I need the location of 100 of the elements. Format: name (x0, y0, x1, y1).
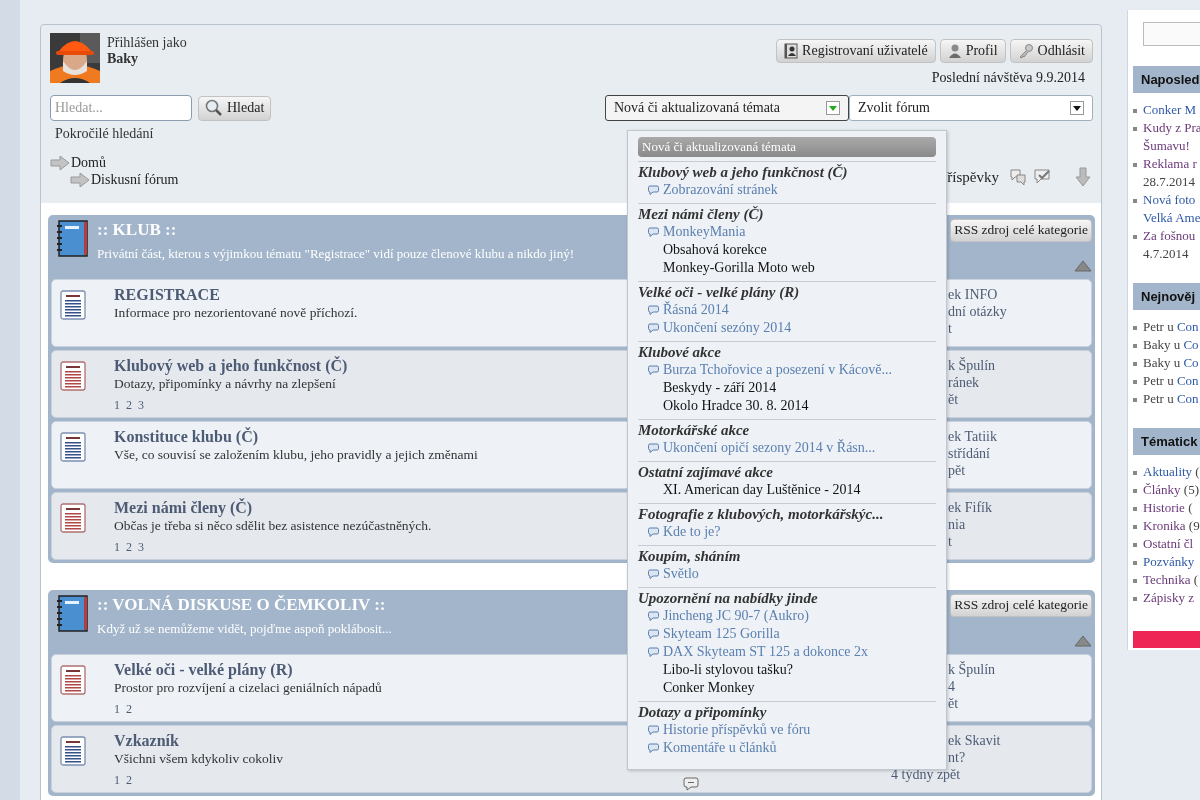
forum-select[interactable]: Zvolit fórum (849, 95, 1093, 121)
article-link[interactable]: Reklama r (1143, 155, 1197, 173)
forum-group-title[interactable]: Dotazy a připomínky (638, 704, 936, 721)
forum-title[interactable]: Mezi námi členy (Č) (114, 499, 611, 517)
topic-link[interactable]: Ukončení opičí sezony 2014 v Řásn... (638, 439, 936, 457)
article-link[interactable]: Conker M (1143, 101, 1197, 119)
topic-link[interactable]: Beskydy - září 2014 (638, 379, 936, 397)
page-link[interactable]: 2 (126, 773, 132, 788)
topic-link[interactable]: Historie příspěvků ve fóru (638, 721, 936, 739)
page-link[interactable]: 1 (114, 398, 120, 413)
topic-link[interactable]: Kronika (1143, 518, 1186, 533)
page-link[interactable]: 2 (126, 398, 132, 413)
speech-bubble-icon (648, 443, 659, 453)
topic-link[interactable]: Zápisky z (1143, 590, 1194, 605)
collapse-icon[interactable] (1074, 260, 1092, 272)
last-post-text: pět (947, 462, 967, 479)
page-link[interactable]: 3 (138, 540, 144, 555)
topic-select[interactable]: Nová či aktualizovaná témata (605, 95, 849, 121)
forum-title[interactable]: REGISTRACE (114, 286, 611, 304)
notebook-icon (55, 220, 89, 258)
breadcrumb-link[interactable]: Diskusní fórum (91, 171, 179, 188)
topic-link[interactable]: Monkey-Gorilla Moto web (638, 259, 936, 277)
comment-link[interactable]: Con (1176, 319, 1199, 334)
header-button[interactable]: Odhlásit (1009, 39, 1093, 63)
topic-link[interactable]: Okolo Hradce 30. 8. 2014 (638, 397, 936, 415)
comment-author: Petr u (1143, 391, 1174, 406)
page-link[interactable]: 2 (126, 702, 132, 717)
page-link[interactable]: 2 (126, 540, 132, 555)
last-post-text: ek INFO (947, 286, 999, 303)
posts-link[interactable]: říspěvky (947, 168, 999, 186)
topic-link[interactable]: Světlo (638, 565, 936, 583)
forum-title[interactable]: Konstituce klubu (Č) (114, 428, 611, 446)
article-link[interactable]: Šumavu! (1143, 137, 1200, 155)
section-title: Tématick (1133, 428, 1200, 455)
topic-link[interactable]: Řásná 2014 (638, 301, 936, 319)
last-post-text: ek Tatiik (947, 428, 998, 445)
header-button[interactable]: Profil (939, 39, 1006, 63)
topic-link[interactable]: Conker Monkey (638, 679, 936, 697)
speech-bubble-check-icon (1033, 168, 1053, 186)
topic-link[interactable]: XI. American day Luštěnice - 2014 (638, 481, 936, 499)
search-field[interactable]: Hledat... (50, 95, 192, 121)
article-link[interactable]: Nová foto (1143, 191, 1200, 209)
comment-link[interactable]: Con (1176, 373, 1199, 388)
topic-link[interactable]: Pozvánky (1143, 554, 1195, 569)
comment-link[interactable]: Co (1183, 355, 1199, 370)
search-button[interactable]: Hledat (198, 95, 272, 121)
comment-link[interactable]: Con (1176, 391, 1199, 406)
topic-link[interactable]: Burza Tchořovice a posezení v Kácově... (638, 361, 936, 379)
forum-group-title[interactable]: Klubové akce (638, 344, 936, 361)
category-description: Privátní část, kterou s výjimkou tématu "Registrace" vidí pouze členové klubu a nikdo jiný! (97, 246, 575, 262)
rss-button[interactable]: RSS zdroj celé kategorie (950, 219, 1092, 242)
forum-title[interactable]: Klubový web a jeho funkčnost (Č) (114, 357, 611, 375)
page-link[interactable]: 1 (114, 773, 120, 788)
forum-group-title[interactable]: Upozornění na nabídky jinde (638, 590, 936, 607)
forum-description: Informace pro nezorientované nově příchozí. (114, 305, 359, 321)
topic-link[interactable]: Kde to je? (638, 523, 936, 541)
topic-link[interactable]: Technika (1143, 572, 1191, 587)
topic-link[interactable]: Ukončení sezóny 2014 (638, 319, 936, 337)
article-link[interactable]: Velká Ame (1143, 209, 1200, 227)
comment-link[interactable]: Co (1183, 337, 1199, 352)
topic-link[interactable]: Historie (1143, 500, 1185, 515)
topic-link[interactable]: Obsahová korekce (638, 241, 936, 259)
page-link[interactable]: 1 (114, 702, 120, 717)
topic-link[interactable]: Skyteam 125 Gorilla (638, 625, 936, 643)
topic-link[interactable]: MonkeyMania (638, 223, 936, 241)
advanced-search-link[interactable]: Pokročilé hledání (55, 126, 154, 142)
speech-bubble-icon (648, 227, 659, 237)
breadcrumb-link[interactable]: Domů (71, 154, 106, 171)
forum-group-title[interactable]: Mezi námi členy (Č) (638, 206, 936, 223)
page-link[interactable]: 3 (138, 398, 144, 413)
forum-group-title[interactable]: Motorkářské akce (638, 422, 936, 439)
topic-count: (9 (1188, 518, 1200, 533)
speech-bubble-icon (648, 185, 659, 195)
forum-title[interactable]: Velké oči - velké plány (R) (114, 661, 611, 679)
topic-link[interactable]: DAX Skyteam ST 125 a dokonce 2x (638, 643, 936, 661)
page-link[interactable]: 1 (114, 540, 120, 555)
forum-group-title[interactable]: Ostatní zajímavé akce (638, 464, 936, 481)
search-field[interactable] (1143, 22, 1200, 46)
arrow-icon (50, 154, 70, 171)
topic-link[interactable]: Jincheng JC 90-7 (Aukro) (638, 607, 936, 625)
topic-link[interactable]: Zobrazování stránek (638, 181, 936, 199)
last-post-text: k Špulín (947, 357, 997, 374)
forum-group-title[interactable]: Fotografie z klubových, motorkářskýc... (638, 506, 936, 523)
article-link[interactable]: Za fošnou (1143, 227, 1196, 245)
rss-button[interactable]: RSS zdroj celé kategorie (950, 594, 1092, 617)
topic-link[interactable]: Aktuality (1143, 464, 1193, 479)
user-name: Baky (107, 51, 140, 67)
forum-group-title[interactable]: Klubový web a jeho funkčnost (Č) (638, 164, 936, 181)
topic-link[interactable]: Komentáře u článků (638, 739, 936, 757)
topic-link[interactable]: Ostatní čl (1143, 536, 1194, 551)
header-button[interactable]: Registrovaní uživatelé (776, 39, 936, 63)
forum-title[interactable]: Vzkazník (114, 732, 611, 750)
collapse-icon[interactable] (1074, 635, 1092, 647)
topic-link[interactable]: Libo-li stylovou tašku? (638, 661, 936, 679)
topic-link[interactable]: Články (1143, 482, 1181, 497)
speech-bubble-icon (648, 365, 659, 375)
forum-group-title[interactable]: Koupím, sháním (638, 548, 936, 565)
key-icon (1017, 43, 1034, 59)
forum-group-title[interactable]: Velké oči - velké plány (R) (638, 284, 936, 301)
forum-description: Občas je třeba si něco sdělit bez asistence nezúčastněných. (114, 518, 433, 534)
